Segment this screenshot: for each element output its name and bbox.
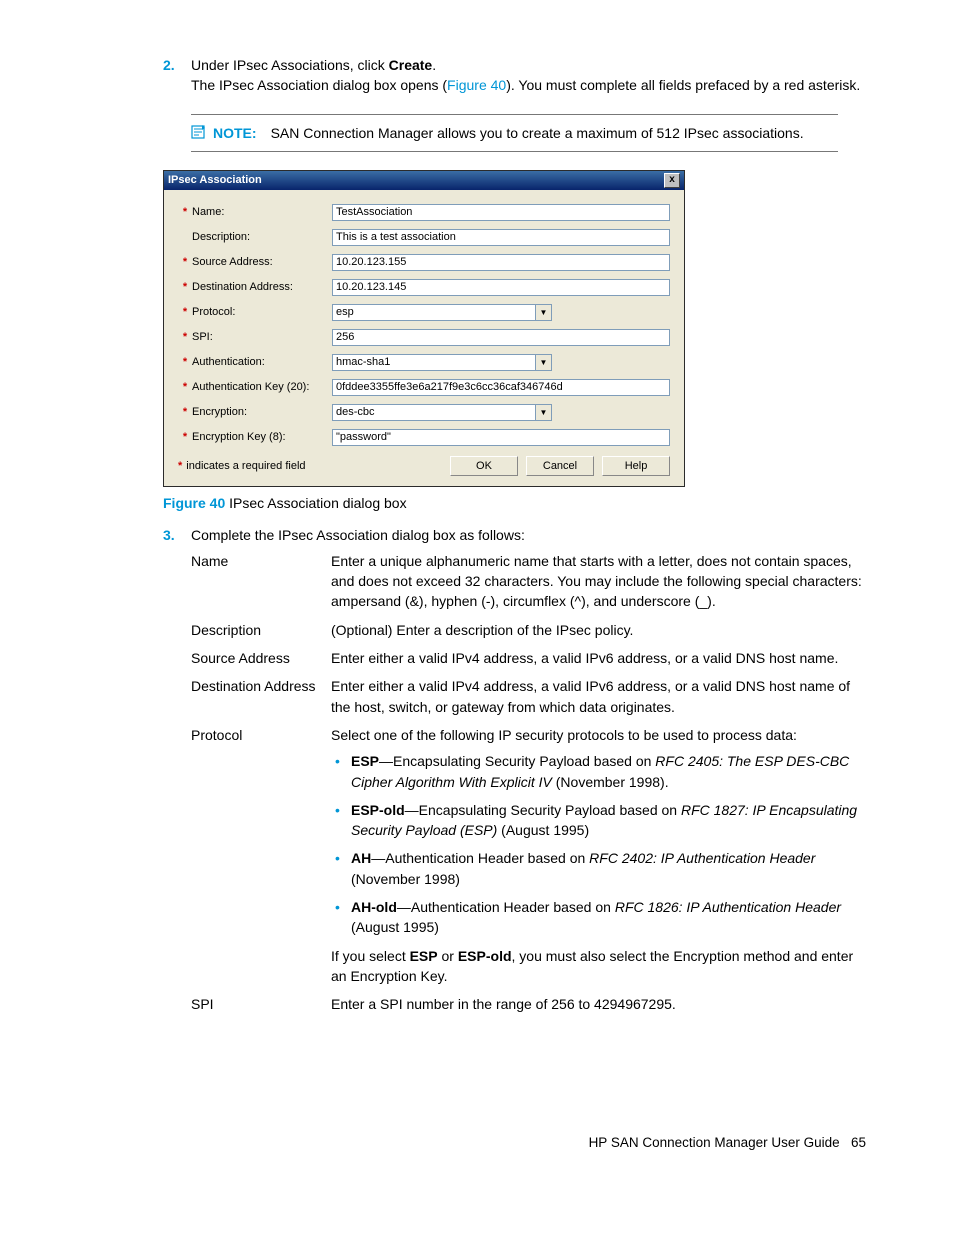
description-label: Description: bbox=[192, 231, 332, 243]
auth-key-label: Authentication Key (20): bbox=[192, 381, 332, 393]
def-body-protocol: Select one of the following IP security … bbox=[331, 725, 866, 986]
authentication-label: Authentication: bbox=[192, 356, 332, 368]
figure-caption: Figure 40 IPsec Association dialog box bbox=[163, 495, 866, 511]
destination-address-field[interactable] bbox=[332, 279, 670, 296]
def-body-spi: Enter a SPI number in the range of 256 t… bbox=[331, 994, 866, 1014]
encryption-label: Encryption: bbox=[192, 406, 332, 418]
required-note: indicates a required field bbox=[186, 460, 305, 472]
required-star: * bbox=[178, 431, 192, 443]
authentication-select[interactable]: hmac-sha1▼ bbox=[332, 354, 552, 371]
enc-key-label: Encryption Key (8): bbox=[192, 431, 332, 443]
name-label: Name: bbox=[192, 206, 332, 218]
def-body-destination: Enter either a valid IPv4 address, a val… bbox=[331, 676, 866, 717]
ipsec-association-dialog: IPsec Association x *Name: Description: … bbox=[163, 170, 685, 487]
chevron-down-icon: ▼ bbox=[535, 405, 551, 420]
close-icon[interactable]: x bbox=[664, 173, 680, 188]
note-label: NOTE: bbox=[213, 125, 257, 141]
required-star: * bbox=[178, 331, 192, 343]
protocol-item-esp-old: ESP-old—Encapsulating Security Payload b… bbox=[331, 800, 866, 841]
def-body-description: (Optional) Enter a description of the IP… bbox=[331, 620, 866, 640]
destination-address-label: Destination Address: bbox=[192, 281, 332, 293]
spi-field[interactable] bbox=[332, 329, 670, 346]
required-star: * bbox=[178, 381, 192, 393]
protocol-item-esp: ESP—Encapsulating Security Payload based… bbox=[331, 751, 866, 792]
required-star: * bbox=[178, 406, 192, 418]
protocol-label: Protocol: bbox=[192, 306, 332, 318]
step-number: 3. bbox=[163, 525, 175, 545]
cancel-button[interactable]: Cancel bbox=[526, 456, 594, 476]
chevron-down-icon: ▼ bbox=[535, 305, 551, 320]
def-term-description: Description bbox=[191, 620, 331, 640]
note-block: NOTE: SAN Connection Manager allows you … bbox=[191, 114, 838, 152]
protocol-select[interactable]: esp▼ bbox=[332, 304, 552, 321]
figure-link[interactable]: Figure 40 bbox=[447, 77, 506, 93]
dialog-titlebar: IPsec Association x bbox=[164, 171, 684, 190]
help-button[interactable]: Help bbox=[602, 456, 670, 476]
step-number: 2. bbox=[163, 55, 175, 75]
def-body-name: Enter a unique alphanumeric name that st… bbox=[331, 551, 866, 612]
def-term-source: Source Address bbox=[191, 648, 331, 668]
required-star: * bbox=[178, 281, 192, 293]
note-text: SAN Connection Manager allows you to cre… bbox=[271, 125, 838, 141]
required-star: * bbox=[178, 256, 192, 268]
chevron-down-icon: ▼ bbox=[535, 355, 551, 370]
encryption-select[interactable]: des-cbc▼ bbox=[332, 404, 552, 421]
def-body-source: Enter either a valid IPv4 address, a val… bbox=[331, 648, 866, 668]
required-star: * bbox=[178, 356, 192, 368]
enc-key-field[interactable] bbox=[332, 429, 670, 446]
step-2: 2. Under IPsec Associations, click Creat… bbox=[163, 55, 866, 96]
step-text: Under IPsec Associations, click bbox=[191, 57, 389, 73]
protocol-item-ah-old: AH-old—Authentication Header based on RF… bbox=[331, 897, 866, 938]
def-term-spi: SPI bbox=[191, 994, 331, 1014]
name-field[interactable] bbox=[332, 204, 670, 221]
protocol-item-ah: AH—Authentication Header based on RFC 24… bbox=[331, 848, 866, 889]
step-3: 3. Complete the IPsec Association dialog… bbox=[163, 525, 866, 545]
source-address-label: Source Address: bbox=[192, 256, 332, 268]
step-text: Complete the IPsec Association dialog bo… bbox=[191, 527, 525, 543]
description-field[interactable] bbox=[332, 229, 670, 246]
auth-key-field[interactable] bbox=[332, 379, 670, 396]
required-star: * bbox=[178, 460, 182, 472]
dialog-title: IPsec Association bbox=[168, 174, 262, 186]
ok-button[interactable]: OK bbox=[450, 456, 518, 476]
def-term-name: Name bbox=[191, 551, 331, 612]
spi-label: SPI: bbox=[192, 331, 332, 343]
step-bold: Create bbox=[389, 57, 433, 73]
required-star: * bbox=[178, 206, 192, 218]
def-term-protocol: Protocol bbox=[191, 725, 331, 986]
required-star: * bbox=[178, 306, 192, 318]
page-footer: HP SAN Connection Manager User Guide 65 bbox=[163, 1135, 866, 1150]
def-term-destination: Destination Address bbox=[191, 676, 331, 717]
source-address-field[interactable] bbox=[332, 254, 670, 271]
note-icon bbox=[191, 125, 207, 139]
